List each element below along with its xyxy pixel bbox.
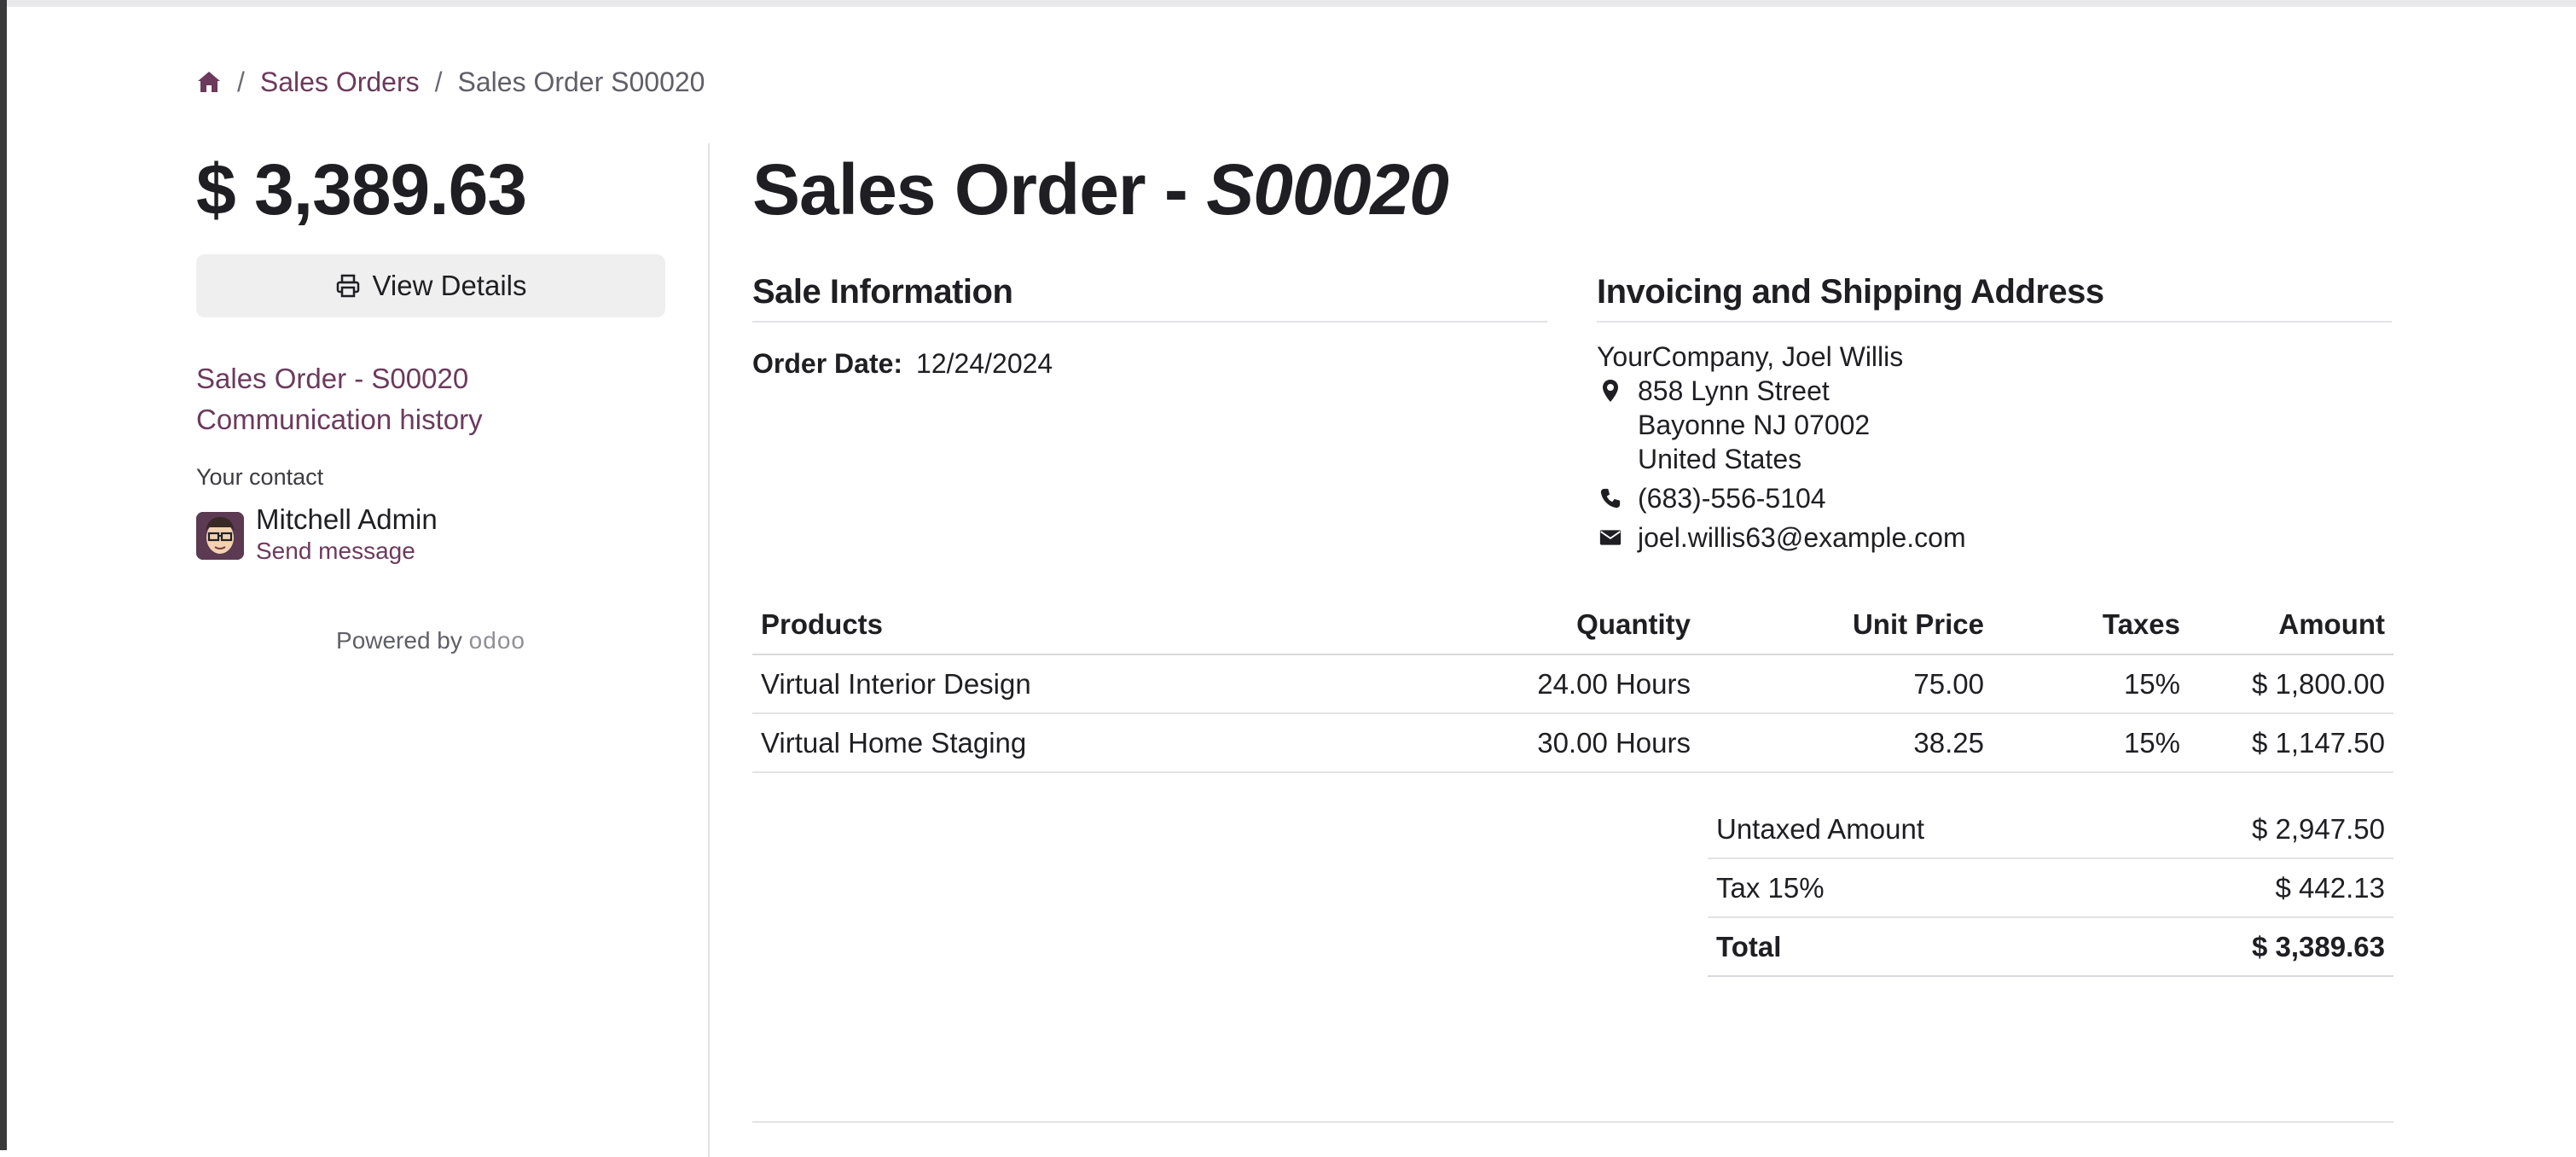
title-order-number: S00020: [1206, 149, 1449, 230]
address-country: United States: [1638, 444, 1802, 474]
vertical-divider: [708, 143, 710, 1157]
sidebar-links: Sales Order - S00020 Communication histo…: [196, 358, 665, 440]
product-taxes: 15%: [1993, 713, 2189, 773]
sidebar-link-communication-history[interactable]: Communication history: [196, 399, 665, 440]
breadcrumb-separator: /: [434, 66, 443, 97]
totals-table: Untaxed Amount $ 2,947.50 Tax 15% $ 442.…: [1708, 800, 2393, 977]
untaxed-row: Untaxed Amount $ 2,947.50: [1708, 800, 2393, 859]
column-header-amount: Amount: [2189, 596, 2393, 655]
powered-by: Powered by odoo: [196, 627, 665, 654]
order-date: Order Date: 12/24/2024: [752, 348, 1547, 380]
phone-value: (683)-556-5104: [1638, 483, 1826, 514]
sidebar-link-sales-order[interactable]: Sales Order - S00020: [196, 358, 665, 399]
tax-row: Tax 15% $ 442.13: [1708, 858, 2393, 918]
send-message-link[interactable]: Send message: [256, 535, 438, 567]
product-amount: $ 1,800.00: [2189, 654, 2393, 714]
envelope-icon: [1597, 520, 1624, 549]
view-details-button[interactable]: View Details: [196, 254, 665, 317]
column-header-unit-price: Unit Price: [1699, 596, 1993, 655]
address-city: Bayonne NJ 07002: [1638, 410, 1871, 440]
email-value: joel.willis63@example.com: [1638, 522, 1966, 553]
map-marker-icon: [1597, 374, 1624, 403]
product-quantity: 24.00 Hours: [1418, 654, 1699, 714]
product-taxes: 15%: [1993, 654, 2189, 714]
tax-value: $ 442.13: [2119, 858, 2393, 918]
breadcrumb-separator: /: [237, 66, 245, 97]
product-quantity: 30.00 Hours: [1418, 713, 1699, 773]
breadcrumb-sales-orders[interactable]: Sales Orders: [260, 67, 420, 98]
window-top-border: [0, 0, 2576, 7]
breadcrumb-current: Sales Order S00020: [457, 66, 705, 97]
product-unit-price: 38.25: [1699, 713, 1993, 773]
tax-label: Tax 15%: [1708, 858, 2120, 918]
page-title: Sales Order - S00020: [752, 143, 2399, 235]
column-header-quantity: Quantity: [1418, 596, 1699, 655]
portal-page: / Sales Orders / Sales Order S00020 $ 3,…: [7, 7, 2576, 1157]
view-details-label: View Details: [372, 270, 527, 301]
address-phone: (683)-556-5104: [1597, 481, 2392, 515]
home-icon[interactable]: [196, 70, 222, 94]
order-lines-table: Products Quantity Unit Price Taxes Amoun…: [752, 596, 2393, 773]
odoo-logo[interactable]: odoo: [469, 627, 525, 654]
untaxed-value: $ 2,947.50: [2119, 800, 2393, 859]
contact-name: Mitchell Admin: [256, 503, 438, 535]
address-section: Invoicing and Shipping Address YourCompa…: [1597, 270, 2392, 555]
sale-information: Sale Information Order Date: 12/24/2024: [752, 270, 1547, 380]
phone-icon: [1597, 481, 1624, 510]
product-name: Virtual Home Staging: [752, 713, 1418, 773]
breadcrumb: / Sales Orders / Sales Order S00020: [196, 60, 705, 104]
total-row: Total $ 3,389.63: [1708, 917, 2393, 977]
address-location: 858 Lynn Street Bayonne NJ 07002 United …: [1597, 374, 2392, 476]
order-date-value: 12/24/2024: [916, 348, 1053, 379]
order-date-label: Order Date:: [752, 348, 903, 379]
avatar: [196, 512, 244, 560]
column-header-taxes: Taxes: [1993, 596, 2189, 655]
address-block: YourCompany, Joel Willis 858 Lynn Street…: [1597, 340, 2392, 555]
window-left-border: [0, 0, 7, 1150]
sale-info-heading: Sale Information: [752, 270, 1547, 323]
title-prefix: Sales Order -: [752, 149, 1207, 230]
printer-icon: [336, 274, 359, 298]
table-row: Virtual Interior Design 24.00 Hours 75.0…: [752, 654, 2393, 714]
column-header-products: Products: [752, 596, 1418, 655]
total-label: Total: [1708, 917, 2120, 977]
product-amount: $ 1,147.50: [2189, 713, 2393, 773]
address-heading: Invoicing and Shipping Address: [1597, 270, 2392, 323]
contact-card: Mitchell Admin Send message: [196, 504, 665, 567]
product-name: Virtual Interior Design: [752, 654, 1418, 714]
your-contact-label: Your contact: [196, 464, 324, 490]
order-content: Sales Order - S00020 Sale Information Or…: [752, 143, 2399, 977]
table-row: Virtual Home Staging 30.00 Hours 38.25 1…: [752, 713, 2393, 773]
info-section: Sale Information Order Date: 12/24/2024 I…: [752, 270, 2399, 560]
powered-by-text: Powered by: [336, 627, 462, 654]
total-value: $ 3,389.63: [2119, 917, 2393, 977]
table-header-row: Products Quantity Unit Price Taxes Amoun…: [752, 596, 2393, 655]
untaxed-label: Untaxed Amount: [1708, 800, 2120, 859]
order-total-amount: $ 3,389.63: [196, 149, 527, 230]
address-company: YourCompany, Joel Willis: [1597, 341, 1904, 372]
address-email: joel.willis63@example.com: [1597, 520, 2392, 555]
bottom-divider: [752, 1121, 2393, 1123]
address-street: 858 Lynn Street: [1638, 375, 1830, 406]
product-unit-price: 75.00: [1699, 654, 1993, 714]
sidebar: $ 3,389.63 View Details Sales Order - S0…: [196, 143, 665, 654]
